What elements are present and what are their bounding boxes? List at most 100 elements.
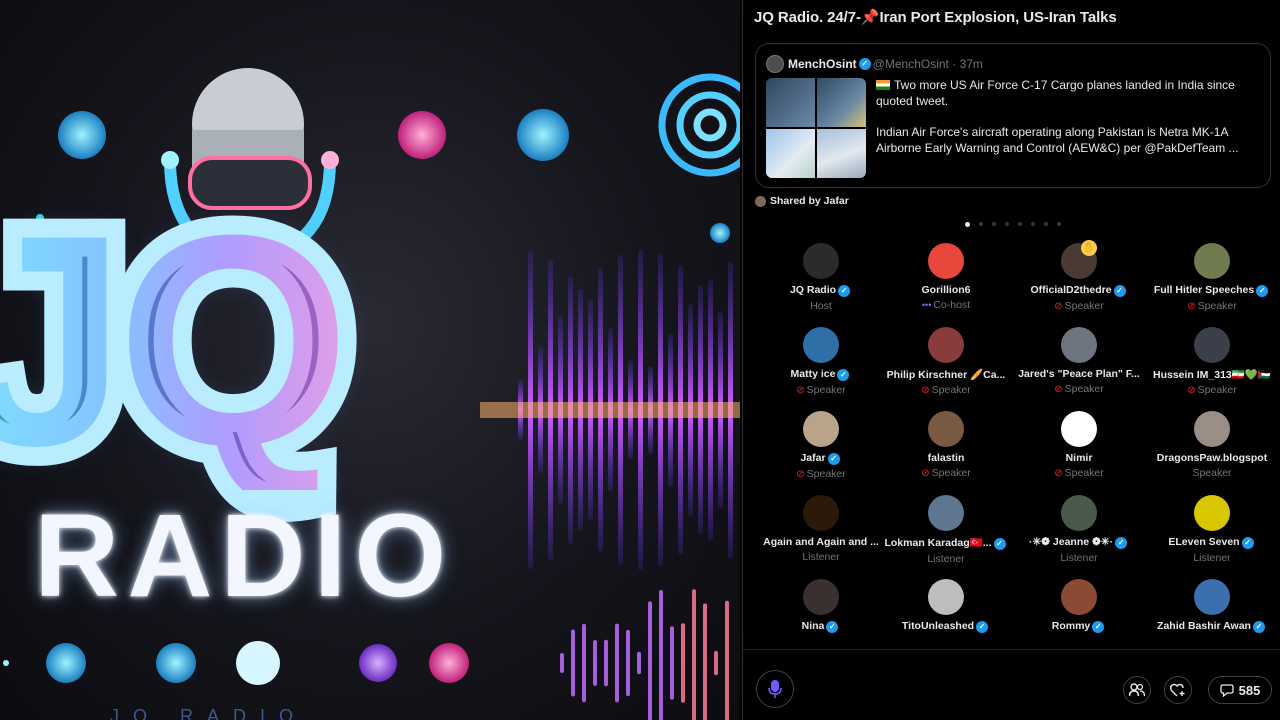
participant[interactable]: ·✳︎❁ Jeanne ❁✳︎· ✓ Listener — [1013, 495, 1145, 564]
participant-name-text: TitoUnleashed — [901, 620, 975, 632]
participant-avatar[interactable] — [803, 495, 839, 531]
participant-avatar[interactable] — [1061, 327, 1097, 363]
participant-role: ⊘ Speaker — [1146, 384, 1278, 396]
participant[interactable]: ✋ OfficialD2thedre ✓ ⊘ Speaker — [1013, 240, 1145, 312]
participant[interactable]: Again and Again and ... Listener — [755, 495, 887, 563]
participant[interactable]: Matty ice ✓ ⊘ Speaker — [755, 327, 887, 396]
participant-role: ⊘ Speaker — [880, 384, 1012, 396]
heart-plus-icon — [1170, 683, 1185, 697]
participant-avatar[interactable] — [1061, 411, 1097, 447]
tweet-author-name[interactable]: MenchOsint — [788, 57, 857, 71]
verified-badge-icon: ✓ — [1256, 285, 1269, 297]
participant[interactable]: Nina ✓ — [755, 579, 887, 633]
participant[interactable]: Gorillion6 ••• Co-host — [880, 243, 1012, 311]
participant[interactable]: Jafar ✓ ⊘ Speaker — [755, 411, 887, 480]
pager-dot[interactable] — [1005, 222, 1009, 226]
participant[interactable]: falastin ⊘ Speaker — [880, 411, 1012, 479]
participant-avatar[interactable] — [928, 579, 964, 615]
tweet-text: Two more US Air Force C-17 Cargo planes … — [876, 77, 1261, 171]
participant-avatar[interactable] — [1194, 579, 1230, 615]
participant-name: Zahid Bashir Awan ✓ — [1146, 620, 1278, 633]
participant[interactable]: Zahid Bashir Awan ✓ — [1146, 579, 1278, 633]
pager-dot[interactable] — [992, 222, 996, 226]
pager-dot[interactable] — [965, 221, 970, 227]
participant-role: Listener — [1013, 552, 1145, 564]
pager-dot[interactable] — [979, 222, 983, 226]
participant-avatar[interactable] — [803, 411, 839, 447]
participant-role: Listener — [880, 553, 1012, 565]
participant-avatar[interactable] — [928, 327, 964, 363]
participant-avatar[interactable] — [928, 495, 964, 531]
space-artwork: JQ JQ RADIO JQ RADIO — [0, 0, 740, 720]
participant[interactable]: Lokman Karadag🇹🇷... ✓ Listener — [880, 495, 1012, 565]
participants-button[interactable] — [1123, 676, 1151, 704]
participant-avatar[interactable] — [803, 243, 839, 279]
participant[interactable]: Full Hitler Speeches ✓ ⊘ Speaker — [1146, 243, 1278, 312]
participant-role-text: Listener — [1060, 552, 1098, 564]
sharer-avatar — [755, 195, 766, 207]
participant-avatar[interactable] — [1194, 495, 1230, 531]
pinned-tweet-card[interactable]: MenchOsint ✓ @MenchOsint · 37m Two more … — [755, 43, 1271, 188]
pager-dots[interactable] — [965, 221, 1061, 227]
orb — [58, 111, 106, 159]
participant[interactable]: Nimir ⊘ Speaker — [1013, 411, 1145, 479]
logo-subtitle: JQ RADIO — [110, 706, 308, 720]
participant-avatar[interactable] — [803, 579, 839, 615]
participant-name-text: Nimir — [1065, 452, 1093, 464]
participant-role: ⊘ Speaker — [880, 467, 1012, 479]
participant-avatar[interactable] — [803, 327, 839, 363]
participant-name: Again and Again and ... — [755, 536, 887, 548]
participant[interactable]: ELeven Seven ✓ Listener — [1146, 495, 1278, 564]
tweet-media-image[interactable] — [766, 129, 815, 178]
tweet-paragraph-1: Two more US Air Force C-17 Cargo planes … — [876, 78, 1235, 108]
participant-name-text: Philip Kirschner 🥖Ca... — [886, 369, 1006, 381]
participant-role-text: Speaker — [806, 384, 846, 396]
participant-avatar[interactable] — [928, 411, 964, 447]
pager-dot[interactable] — [1057, 222, 1061, 226]
tweet-media-image[interactable] — [817, 78, 866, 127]
tweet-media-image[interactable] — [817, 129, 866, 178]
participant-avatar[interactable] — [1061, 495, 1097, 531]
equalizer-bar — [648, 601, 652, 720]
participant-avatar[interactable] — [928, 243, 964, 279]
logo-jq-fill: JQ — [0, 190, 350, 490]
participant-avatar[interactable] — [1061, 579, 1097, 615]
muted-mic-icon: ⊘ — [1054, 301, 1063, 312]
participant-name: Nimir — [1013, 452, 1145, 464]
tweet-media-image[interactable] — [766, 78, 815, 127]
comments-button[interactable]: 585 — [1208, 676, 1272, 704]
participant-name: Jared's "Peace Plan" F... — [1013, 368, 1145, 380]
participant-name: Gorillion6 — [880, 284, 1012, 296]
participant-avatar[interactable] — [1194, 243, 1230, 279]
pager-dot[interactable] — [1031, 222, 1035, 226]
orb — [398, 111, 446, 159]
participant-role-text: Listener — [1193, 552, 1231, 564]
participant-role-text: Speaker — [1064, 300, 1104, 312]
tweet-author-avatar[interactable] — [766, 55, 784, 73]
participant[interactable]: TitoUnleashed ✓ — [880, 579, 1012, 633]
muted-mic-icon: ⊘ — [1187, 385, 1196, 396]
participant-role: ⊘ Speaker — [1013, 467, 1145, 479]
microphone-button[interactable] — [756, 670, 794, 708]
participant-name-text: ·✳︎❁ Jeanne ❁✳︎· — [1028, 536, 1114, 548]
tweet-paragraph-2: Indian Air Force's aircraft operating al… — [876, 125, 1239, 155]
participant[interactable]: JQ Radio ✓ Host — [755, 243, 887, 312]
participant[interactable]: Philip Kirschner 🥖Ca... ⊘ Speaker — [880, 327, 1012, 396]
participant-name-text: Zahid Bashir Awan — [1157, 620, 1251, 632]
participant[interactable]: DragonsPaw.blogspot Speaker — [1146, 411, 1278, 479]
participant-name: Nina ✓ — [755, 620, 887, 633]
participant[interactable]: Hussein IM_313🇮🇷💚🇵🇸 ⊘ Speaker — [1146, 327, 1278, 396]
participant-role: Host — [755, 300, 887, 312]
react-button[interactable] — [1164, 676, 1192, 704]
participant-avatar[interactable] — [1194, 327, 1230, 363]
participant[interactable]: Jared's "Peace Plan" F... ⊘ Speaker — [1013, 327, 1145, 395]
tweet-media-grid[interactable] — [766, 78, 866, 178]
participant-name: OfficialD2thedre ✓ — [1013, 284, 1145, 297]
pager-dot[interactable] — [1018, 222, 1022, 226]
participant[interactable]: Rommy ✓ — [1013, 579, 1145, 633]
pager-dot[interactable] — [1044, 222, 1048, 226]
participant-avatar[interactable] — [1194, 411, 1230, 447]
participant-role: ⊘ Speaker — [755, 468, 887, 480]
verified-badge-icon: ✓ — [1252, 621, 1265, 633]
participant-name-text: Rommy — [1051, 620, 1091, 632]
